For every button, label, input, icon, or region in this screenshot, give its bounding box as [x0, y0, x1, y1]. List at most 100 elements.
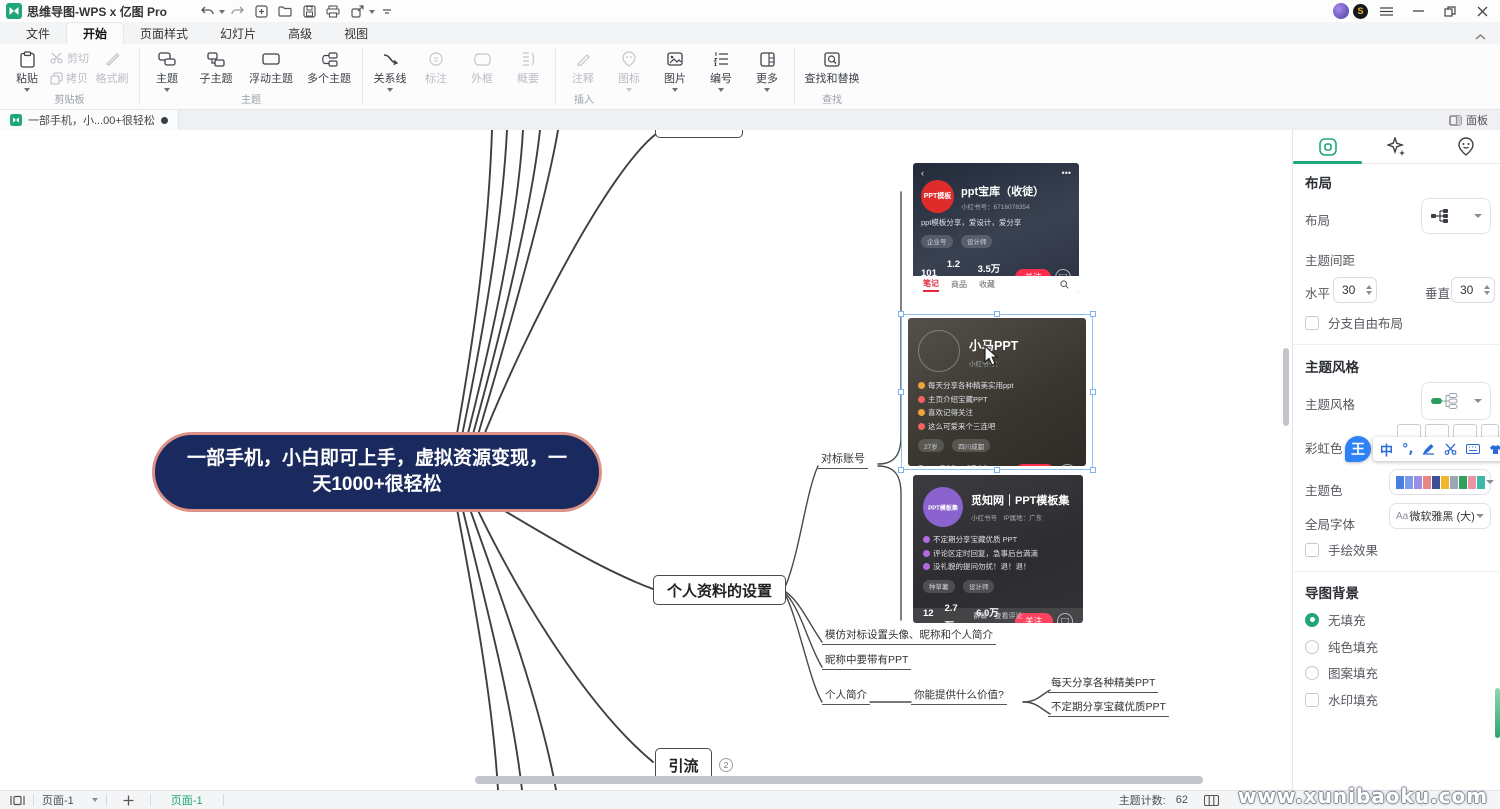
checkbox-icon[interactable] [1305, 316, 1319, 330]
follow-button[interactable]: 关注 [1015, 464, 1055, 466]
relation-line-button[interactable]: 关系线 [367, 46, 413, 92]
ime-chinese-mode-icon[interactable]: 中 [1380, 440, 1393, 459]
picture-button[interactable]: 图片 [652, 46, 698, 92]
menu-tab-advanced[interactable]: 高级 [272, 22, 328, 44]
more-button[interactable]: 更多 [744, 46, 790, 92]
floating-topic-button[interactable]: 浮动主题 [242, 46, 300, 86]
panel-toggle-button[interactable]: 面板 [1437, 112, 1500, 128]
profile-card-xiaoma[interactable]: 小马PPT 小红书号： 每天分享各种精美实用ppt 主页介绍宝藏PPT 喜欢记得… [908, 318, 1086, 466]
card1-tab-collect[interactable]: 收藏 [979, 279, 995, 290]
sidebar-tab-sticker[interactable] [1431, 130, 1500, 163]
ime-skin-icon[interactable] [1489, 444, 1500, 455]
hand-drawn-option[interactable]: 手绘效果 [1305, 540, 1378, 559]
add-page-button[interactable] [115, 795, 142, 806]
copy-button[interactable]: 拷贝 [50, 70, 89, 86]
profile-setup-node[interactable]: 个人资料的设置 [653, 575, 786, 605]
page-overview-icon[interactable] [10, 795, 25, 806]
menu-tab-home[interactable]: 开始 [66, 22, 124, 44]
comment-button[interactable]: 注释 [560, 46, 606, 86]
profile-card-pptbaoku[interactable]: ‹••• PPT模板 ppt宝库（收徒） 小红书号：6716078354 ppt… [913, 163, 1079, 293]
style-dropdown[interactable] [1421, 382, 1491, 420]
minimize-button[interactable] [1404, 1, 1432, 21]
bg-pattern-fill-option[interactable]: 图案填充 [1305, 663, 1378, 682]
bg-no-fill-option[interactable]: 无填充 [1305, 610, 1366, 629]
print-icon[interactable] [323, 2, 343, 20]
multi-topic-button[interactable]: 多个主题 [300, 46, 358, 86]
page-tab-active[interactable]: 页面-1 [159, 792, 215, 808]
global-font-dropdown[interactable]: Aa 微软雅黑 (大) [1389, 503, 1491, 529]
card1-tab-notes[interactable]: 笔记 [923, 278, 939, 292]
subtopic-button[interactable]: 子主题 [190, 46, 242, 86]
menu-tab-page-style[interactable]: 页面样式 [124, 22, 204, 44]
customize-toolbar-icon[interactable] [377, 2, 397, 20]
page-selector[interactable]: 页面-1 [42, 792, 98, 808]
bg-watermark-fill-option[interactable]: 水印填充 [1305, 690, 1378, 709]
checkbox-icon[interactable] [1305, 543, 1319, 557]
nickname-node[interactable]: 昵称中要带有PPT [822, 652, 911, 670]
format-painter-button[interactable]: 格式刷 [89, 46, 135, 86]
value-question-node[interactable]: 你能提供什么价值? [911, 687, 1007, 705]
bg-solid-fill-option[interactable]: 纯色填充 [1305, 637, 1378, 656]
radio-selected-icon[interactable] [1305, 613, 1319, 627]
checkbox-icon[interactable] [1305, 693, 1319, 707]
undo-icon[interactable] [197, 2, 217, 20]
search-icon[interactable] [1060, 280, 1069, 289]
close-button[interactable] [1468, 1, 1496, 21]
menu-tab-view[interactable]: 视图 [328, 22, 384, 44]
message-icon[interactable] [1059, 464, 1076, 466]
mindmap-canvas[interactable]: 一部手机，小白即可上手，虚拟资源变现，一天1000+很轻松 对标账号 ‹••• … [0, 130, 1292, 790]
cut-button[interactable]: 剪切 [50, 50, 89, 66]
view-mode-icon[interactable] [1204, 795, 1219, 806]
theme-color-dropdown[interactable] [1389, 469, 1491, 495]
intro-node[interactable]: 个人简介 [822, 687, 870, 705]
vertical-spacing-stepper[interactable]: 30 [1451, 277, 1495, 303]
menu-icon[interactable] [1372, 1, 1400, 21]
card1-tab-goods[interactable]: 商品 [951, 279, 967, 290]
radio-icon[interactable] [1305, 666, 1319, 680]
callout-button[interactable]: 标注 [413, 46, 459, 86]
icon-insert-button[interactable]: 图标 [606, 46, 652, 92]
sidebar-tab-ai[interactable] [1362, 130, 1431, 163]
profile-card-mizhi[interactable]: PPT模板集 觅知网｜PPT模板集 小红书号 IP属地：广东 不定期分享宝藏优质… [913, 475, 1083, 623]
avatar[interactable] [1333, 3, 1349, 19]
share-dropdown-icon[interactable] [369, 10, 375, 14]
ime-logo-icon[interactable]: 王 [1345, 436, 1371, 462]
layout-dropdown[interactable] [1421, 198, 1491, 234]
document-tab[interactable]: 一部手机，小...00+很轻松 [0, 110, 179, 130]
member-badge[interactable]: S [1353, 4, 1368, 19]
boundary-button[interactable]: 外框 [459, 46, 505, 86]
new-file-icon[interactable] [251, 2, 271, 20]
paste-button[interactable]: 粘贴 [4, 46, 50, 92]
open-file-icon[interactable] [275, 2, 295, 20]
menu-tab-file[interactable]: 文件 [10, 22, 66, 44]
collapsed-count-badge[interactable]: 2 [719, 758, 733, 772]
vertical-scrollbar[interactable] [1283, 348, 1289, 426]
central-topic-node[interactable]: 一部手机，小白即可上手，虚拟资源变现，一天1000+很轻松 [152, 432, 602, 512]
ribbon-collapse-icon[interactable] [1475, 34, 1500, 44]
sidebar-tab-format[interactable] [1293, 130, 1362, 163]
value1-node[interactable]: 每天分享各种精美PPT [1048, 675, 1158, 693]
ime-handwriting-icon[interactable] [1422, 443, 1435, 455]
horizontal-scrollbar[interactable] [475, 776, 1203, 784]
share-icon[interactable] [347, 2, 367, 20]
summary-button[interactable]: 概要 [505, 46, 551, 86]
value2-node[interactable]: 不定期分享宝藏优质PPT [1048, 699, 1169, 717]
ime-toolbar[interactable]: 王 中 °, [1345, 436, 1500, 462]
redo-icon[interactable] [227, 2, 247, 20]
save-icon[interactable] [299, 2, 319, 20]
ime-scissors-icon[interactable] [1444, 443, 1457, 455]
number-button[interactable]: 编号 [698, 46, 744, 92]
free-layout-option[interactable]: 分支自由布局 [1305, 313, 1403, 332]
topic-button[interactable]: 主题 [144, 46, 190, 92]
mimic-node[interactable]: 模仿对标设置头像、昵称和个人简介 [822, 627, 996, 645]
horizontal-spacing-stepper[interactable]: 30 [1333, 277, 1377, 303]
ime-punctuation-icon[interactable]: °, [1402, 442, 1413, 457]
card3-footer[interactable]: 群聊 查看评论 [913, 608, 1083, 623]
undo-dropdown-icon[interactable] [219, 10, 225, 14]
benchmark-node[interactable]: 对标账号 [818, 450, 868, 469]
ime-keyboard-icon[interactable] [1466, 444, 1480, 454]
clipped-top-node[interactable] [655, 130, 743, 138]
restore-button[interactable] [1436, 1, 1464, 21]
sidebar-scrollbar[interactable] [1495, 688, 1500, 738]
radio-icon[interactable] [1305, 640, 1319, 654]
